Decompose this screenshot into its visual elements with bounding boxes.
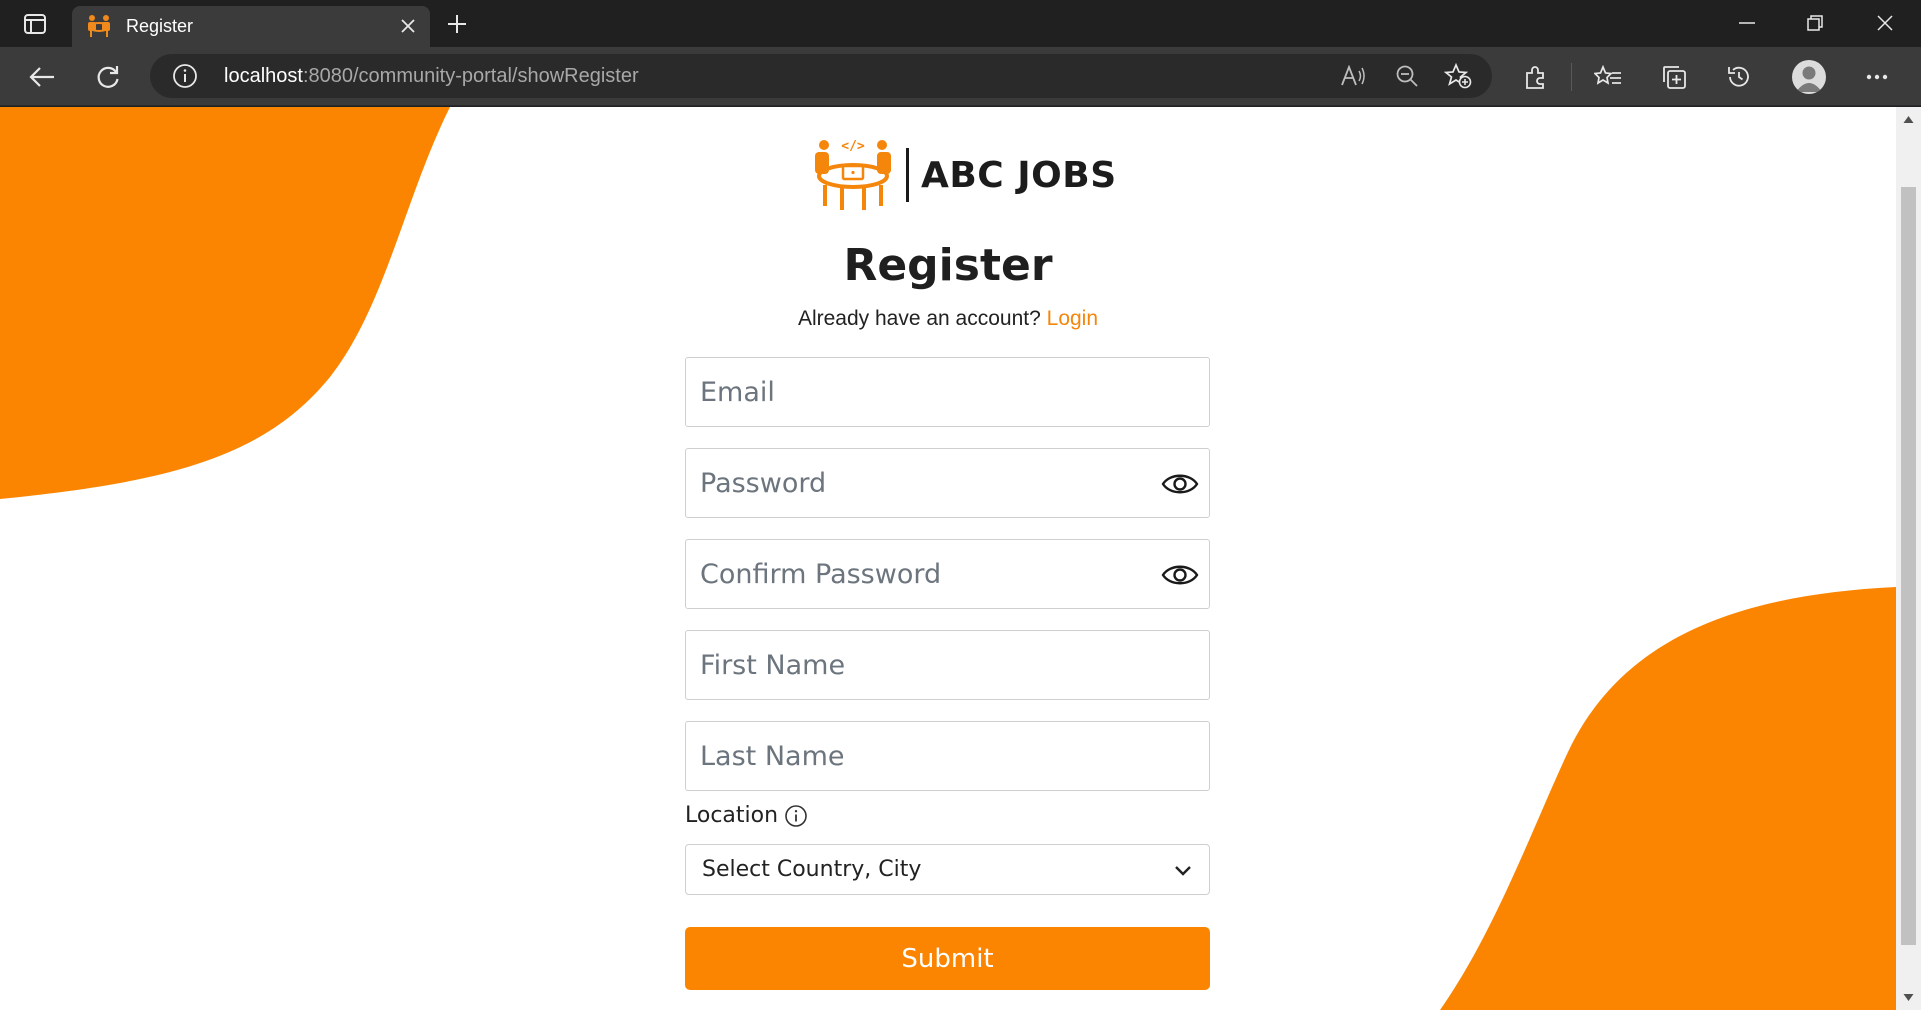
tab-register[interactable]: Register bbox=[72, 6, 430, 47]
page-scrollbar[interactable] bbox=[1896, 107, 1921, 1010]
logo-text: ABC JOBS bbox=[921, 154, 1117, 196]
favicon-icon bbox=[86, 14, 112, 38]
location-label-text: Location bbox=[685, 803, 779, 828]
password-field[interactable] bbox=[685, 448, 1210, 518]
close-tab-icon[interactable] bbox=[396, 14, 420, 38]
address-bar[interactable]: localhost:8080/community-portal/showRegi… bbox=[150, 54, 1492, 98]
tab-actions-icon[interactable] bbox=[18, 10, 52, 38]
scroll-down-arrow-icon[interactable] bbox=[1903, 993, 1914, 1002]
scroll-thumb[interactable] bbox=[1901, 187, 1916, 945]
new-tab-icon[interactable] bbox=[442, 10, 472, 38]
email-input[interactable] bbox=[686, 358, 1209, 426]
page-title: Register bbox=[843, 240, 1053, 291]
logo-mark-icon: </> bbox=[815, 139, 891, 210]
minimize-icon[interactable] bbox=[1727, 8, 1767, 38]
confirm-password-field[interactable] bbox=[685, 539, 1210, 609]
logo: </> ABC JOBS bbox=[812, 135, 1117, 215]
url-host: localhost bbox=[224, 65, 303, 87]
last-name-field[interactable] bbox=[685, 721, 1210, 791]
decorative-blob-right bbox=[1440, 587, 1896, 1010]
info-icon[interactable] bbox=[784, 804, 808, 828]
last-name-input[interactable] bbox=[686, 722, 1209, 790]
browser-tab-bar: Register bbox=[0, 0, 1921, 47]
svg-text:</>: </> bbox=[841, 139, 865, 154]
refresh-icon[interactable] bbox=[90, 59, 126, 95]
browser-toolbar: localhost:8080/community-portal/showRegi… bbox=[0, 47, 1921, 106]
toolbar-separator bbox=[1571, 63, 1572, 91]
zoom-out-icon[interactable] bbox=[1392, 62, 1422, 90]
restore-icon[interactable] bbox=[1795, 8, 1835, 38]
first-name-input[interactable] bbox=[686, 631, 1209, 699]
login-prompt-text: Already have an account? bbox=[797, 307, 1041, 330]
login-link[interactable]: Login bbox=[1047, 307, 1098, 330]
history-icon[interactable] bbox=[1721, 59, 1757, 95]
confirm-password-input[interactable] bbox=[686, 540, 1209, 608]
page-viewport: </> ABC JOBS Register Already have an ac… bbox=[0, 107, 1896, 1010]
email-field[interactable] bbox=[685, 357, 1210, 427]
add-favorite-icon[interactable] bbox=[1443, 62, 1473, 90]
submit-button[interactable]: Submit bbox=[685, 927, 1210, 990]
site-info-icon[interactable] bbox=[172, 63, 198, 89]
url-text[interactable]: localhost:8080/community-portal/showRegi… bbox=[224, 65, 639, 88]
profile-avatar-icon[interactable] bbox=[1792, 60, 1826, 94]
close-window-icon[interactable] bbox=[1865, 8, 1905, 38]
chevron-down-icon bbox=[1175, 866, 1191, 876]
first-name-field[interactable] bbox=[685, 630, 1210, 700]
favorites-icon[interactable] bbox=[1590, 59, 1626, 95]
show-password-eye-icon[interactable] bbox=[1161, 470, 1199, 498]
read-aloud-icon[interactable] bbox=[1338, 62, 1368, 90]
show-confirm-password-eye-icon[interactable] bbox=[1161, 561, 1199, 589]
more-options-icon[interactable] bbox=[1859, 59, 1895, 95]
collections-icon[interactable] bbox=[1656, 59, 1692, 95]
password-input[interactable] bbox=[686, 449, 1209, 517]
scroll-up-arrow-icon[interactable] bbox=[1903, 115, 1914, 124]
extensions-icon[interactable] bbox=[1518, 59, 1554, 95]
back-icon[interactable] bbox=[24, 59, 60, 95]
url-path: :8080/community-portal/showRegister bbox=[302, 65, 639, 87]
location-select-value: Select Country, City bbox=[702, 857, 922, 882]
location-label: Location bbox=[685, 803, 808, 828]
login-prompt: Already have an account? Login bbox=[0, 307, 1896, 331]
location-select[interactable]: Select Country, City bbox=[685, 844, 1210, 895]
logo-divider bbox=[906, 148, 909, 202]
tab-title: Register bbox=[126, 16, 194, 36]
